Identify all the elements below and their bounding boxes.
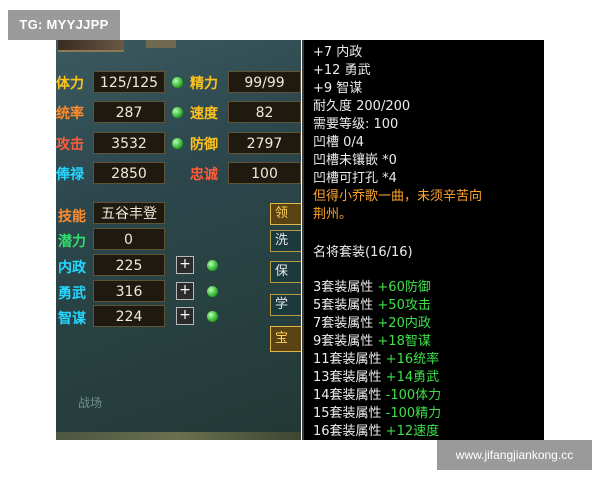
- tooltip-empty-sockets: 凹槽未镶嵌 *0: [313, 153, 397, 168]
- tooltip-durability: 耐久度 200/200: [313, 99, 411, 114]
- tooltip-sockets: 凹槽 0/4: [313, 135, 365, 150]
- gem-icon: [172, 107, 183, 118]
- set-bonus-row: 7套装属性 +20内政: [313, 315, 431, 332]
- tab-battlefield[interactable]: 战场: [78, 394, 102, 411]
- add-yongwu-button[interactable]: +: [176, 282, 194, 300]
- watermark-top: TG: MYYJJPP: [8, 10, 120, 40]
- skill-value-jineng: 五谷丰登: [93, 202, 165, 224]
- set-bonus-label: 14套装属性: [313, 388, 382, 403]
- set-bonus-value: +18智谋: [373, 334, 431, 349]
- tooltip-quote-line-2: 荆州。: [313, 207, 353, 222]
- set-bonus-value: +50攻击: [373, 298, 431, 313]
- tooltip-required-level: 需要等级: 100: [313, 117, 399, 132]
- set-bonus-row: 9套装属性 +18智谋: [313, 333, 431, 350]
- tooltip-line: +9 智谋: [313, 81, 363, 96]
- gem-icon: [207, 286, 218, 297]
- gem-icon: [172, 138, 183, 149]
- skill-label-qianli: 潜力: [58, 234, 86, 250]
- stat-label-sudu: 速度: [190, 106, 218, 122]
- skill-value-qianli: 0: [93, 228, 165, 250]
- set-bonus-value: +60防御: [373, 280, 431, 295]
- stat-value-zhongcheng: 100: [228, 162, 301, 184]
- stat-label-gongji: 攻击: [56, 137, 84, 153]
- character-stats-panel: 体力 125/125 精力 99/99 统率 287 速度 82 攻击 3532…: [56, 40, 301, 440]
- set-bonus-row: 3套装属性 +60防御: [313, 279, 431, 296]
- side-button-3[interactable]: 保: [270, 261, 301, 283]
- stat-value-sudu: 82: [228, 101, 301, 123]
- side-button-5[interactable]: 宝: [270, 326, 301, 352]
- tooltip-drillable-sockets: 凹槽可打孔 *4: [313, 171, 397, 186]
- set-bonus-label: 3套装属性: [313, 280, 374, 295]
- set-bonus-label: 15套装属性: [313, 406, 382, 421]
- stat-label-fenglu: 俸禄: [56, 167, 84, 183]
- gem-icon: [172, 77, 183, 88]
- gem-icon: [207, 260, 218, 271]
- stat-label-fangyu: 防御: [190, 137, 218, 153]
- add-zhimou-button[interactable]: +: [176, 307, 194, 325]
- character-portrait: [58, 40, 124, 52]
- stat-value-tili: 125/125: [93, 71, 165, 93]
- stat-label-tili: 体力: [56, 76, 84, 92]
- gem-icon: [207, 311, 218, 322]
- set-bonus-row: 16套装属性 +12速度: [313, 423, 439, 440]
- set-bonus-label: 13套装属性: [313, 370, 382, 385]
- set-bonus-value: +12速度: [381, 424, 440, 439]
- set-bonus-row: 14套装属性 -100体力: [313, 387, 441, 404]
- set-bonus-label: 9套装属性: [313, 334, 374, 349]
- set-bonus-value: +16统率: [381, 352, 440, 367]
- stat-value-tongshuai: 287: [93, 101, 165, 123]
- set-bonus-label: 16套装属性: [313, 424, 382, 439]
- skill-label-jineng: 技能: [58, 209, 86, 225]
- skill-value-neizheng: 225: [93, 254, 165, 276]
- set-bonus-row: 13套装属性 +14勇武: [313, 369, 439, 386]
- set-bonus-row: 5套装属性 +50攻击: [313, 297, 431, 314]
- set-bonus-value: +14勇武: [381, 370, 440, 385]
- set-bonus-value: -100精力: [381, 406, 442, 421]
- stat-label-zhongcheng: 忠诚: [190, 167, 218, 183]
- set-bonus-label: 11套装属性: [313, 352, 382, 367]
- skill-label-neizheng: 内政: [58, 260, 86, 276]
- item-tooltip: +7 内政 +12 勇武 +9 智谋 耐久度 200/200 需要等级: 100…: [302, 40, 544, 440]
- stat-label-jingli: 精力: [190, 76, 218, 92]
- tooltip-quote-line-1: 但得小乔歌一曲，未须辛苦向: [313, 189, 483, 204]
- skill-value-yongwu: 316: [93, 280, 165, 302]
- side-button-4[interactable]: 学: [270, 294, 301, 316]
- skill-label-yongwu: 勇武: [58, 286, 86, 302]
- tooltip-line: +7 内政: [313, 45, 363, 60]
- stat-value-fangyu: 2797: [228, 132, 301, 154]
- stat-value-jingli: 99/99: [228, 71, 301, 93]
- add-neizheng-button[interactable]: +: [176, 256, 194, 274]
- tooltip-line: +12 勇武: [313, 63, 371, 78]
- set-bonus-value: -100体力: [381, 388, 442, 403]
- set-bonus-label: 7套装属性: [313, 316, 374, 331]
- set-bonus-label: 5套装属性: [313, 298, 374, 313]
- skill-value-zhimou: 224: [93, 305, 165, 327]
- skill-label-zhimou: 智谋: [58, 311, 86, 327]
- set-bonus-value: +20内政: [373, 316, 431, 331]
- tooltip-set-name: 名将套装(16/16): [313, 245, 413, 260]
- stat-value-fenglu: 2850: [93, 162, 165, 184]
- scenery-strip: [56, 432, 301, 440]
- stat-label-tongshuai: 统率: [56, 106, 84, 122]
- side-button-1[interactable]: 领: [270, 203, 301, 225]
- character-name-plate: [146, 40, 176, 48]
- set-bonus-row: 11套装属性 +16统率: [313, 351, 439, 368]
- side-button-2[interactable]: 洗: [270, 230, 301, 252]
- set-bonus-row: 15套装属性 -100精力: [313, 405, 441, 422]
- watermark-bottom: www.jifangjiankong.cc: [437, 440, 592, 470]
- stat-value-gongji: 3532: [93, 132, 165, 154]
